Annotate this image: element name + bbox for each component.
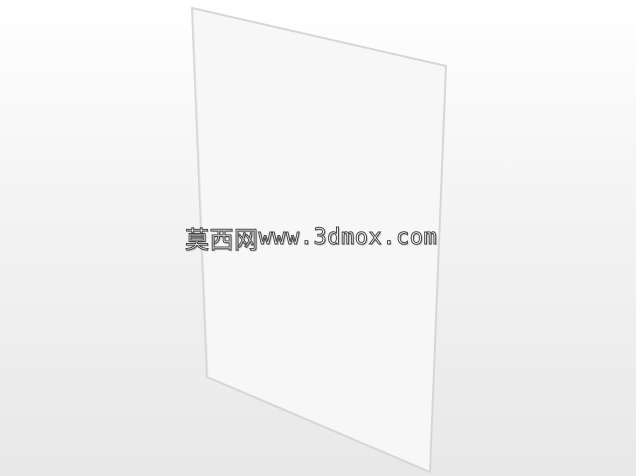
watermark-text: 莫西网 www.3dmox.com (185, 222, 438, 254)
watermark-url: www.3dmox.com (258, 224, 438, 250)
render-viewport: 莫西网 www.3dmox.com (0, 0, 636, 476)
watermark-site-name: 莫西网 (185, 225, 259, 254)
